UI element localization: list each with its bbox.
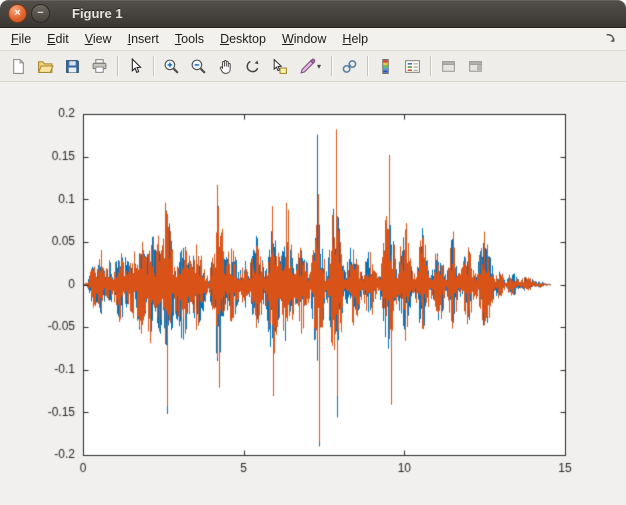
edit-plot-button[interactable] xyxy=(122,54,149,79)
open-file-button[interactable] xyxy=(32,54,59,79)
toolbar: ▾ xyxy=(0,51,626,82)
toolbar-separator xyxy=(331,56,332,76)
colorbar-icon xyxy=(382,58,389,74)
menu-edit[interactable]: Edit xyxy=(39,30,77,48)
brush-icon xyxy=(300,58,316,74)
hide-plot-tools-icon xyxy=(442,60,455,72)
toolbar-separator xyxy=(117,56,118,76)
menu-window[interactable]: Window xyxy=(274,30,334,48)
rotate-3d-icon xyxy=(246,59,259,72)
close-button[interactable]: × xyxy=(8,4,27,23)
data-cursor-button[interactable] xyxy=(266,54,293,79)
menu-help[interactable]: Help xyxy=(334,30,376,48)
toolbar-separator xyxy=(367,56,368,76)
rotate-3d-button[interactable] xyxy=(239,54,266,79)
print-figure-button[interactable] xyxy=(86,54,113,79)
open-folder-icon xyxy=(37,60,54,73)
menu-bar: File Edit View Insert Tools Desktop Window Help xyxy=(0,28,626,51)
save-figure-button[interactable] xyxy=(59,54,86,79)
menu-view[interactable]: View xyxy=(77,30,120,48)
new-figure-icon xyxy=(13,58,24,74)
menu-insert[interactable]: Insert xyxy=(120,30,167,48)
legend-icon xyxy=(405,59,420,73)
title-bar[interactable]: × − Figure 1 xyxy=(0,0,626,28)
data-cursor-icon xyxy=(273,57,287,74)
new-figure-button[interactable] xyxy=(5,54,32,79)
dock-arrow-icon xyxy=(606,33,615,42)
toolbar-separator xyxy=(153,56,154,76)
close-icon: × xyxy=(14,7,21,19)
insert-colorbar-button[interactable] xyxy=(372,54,399,79)
brush-button[interactable]: ▾ xyxy=(293,54,327,79)
zoom-out-icon xyxy=(191,59,206,74)
figure-window: × − Figure 1 File Edit View Insert Tools Desk… xyxy=(0,0,626,505)
toolbar-separator xyxy=(430,56,431,76)
menu-desktop[interactable]: Desktop xyxy=(212,30,274,48)
pan-hand-icon xyxy=(219,59,231,74)
zoom-in-icon xyxy=(164,59,179,74)
zoom-in-button[interactable] xyxy=(158,54,185,79)
print-icon xyxy=(92,58,107,73)
dock-figure-button[interactable] xyxy=(603,31,619,47)
minimize-icon: − xyxy=(37,7,44,19)
plot-axes[interactable] xyxy=(0,82,626,505)
menu-file[interactable]: File xyxy=(3,30,39,48)
show-plot-tools-button[interactable] xyxy=(462,54,489,79)
figure-area xyxy=(0,82,626,505)
zoom-out-button[interactable] xyxy=(185,54,212,79)
hide-plot-tools-button[interactable] xyxy=(435,54,462,79)
window-title: Figure 1 xyxy=(72,6,123,21)
menu-tools[interactable]: Tools xyxy=(167,30,212,48)
link-chain-icon xyxy=(342,59,357,73)
edit-cursor-icon xyxy=(131,57,142,73)
minimize-button[interactable]: − xyxy=(31,4,50,23)
pan-button[interactable] xyxy=(212,54,239,79)
save-floppy-icon xyxy=(66,59,79,73)
brush-dropdown-arrow[interactable]: ▾ xyxy=(317,62,321,71)
insert-legend-button[interactable] xyxy=(399,54,426,79)
link-plot-button[interactable] xyxy=(336,54,363,79)
show-plot-tools-icon xyxy=(469,60,482,72)
